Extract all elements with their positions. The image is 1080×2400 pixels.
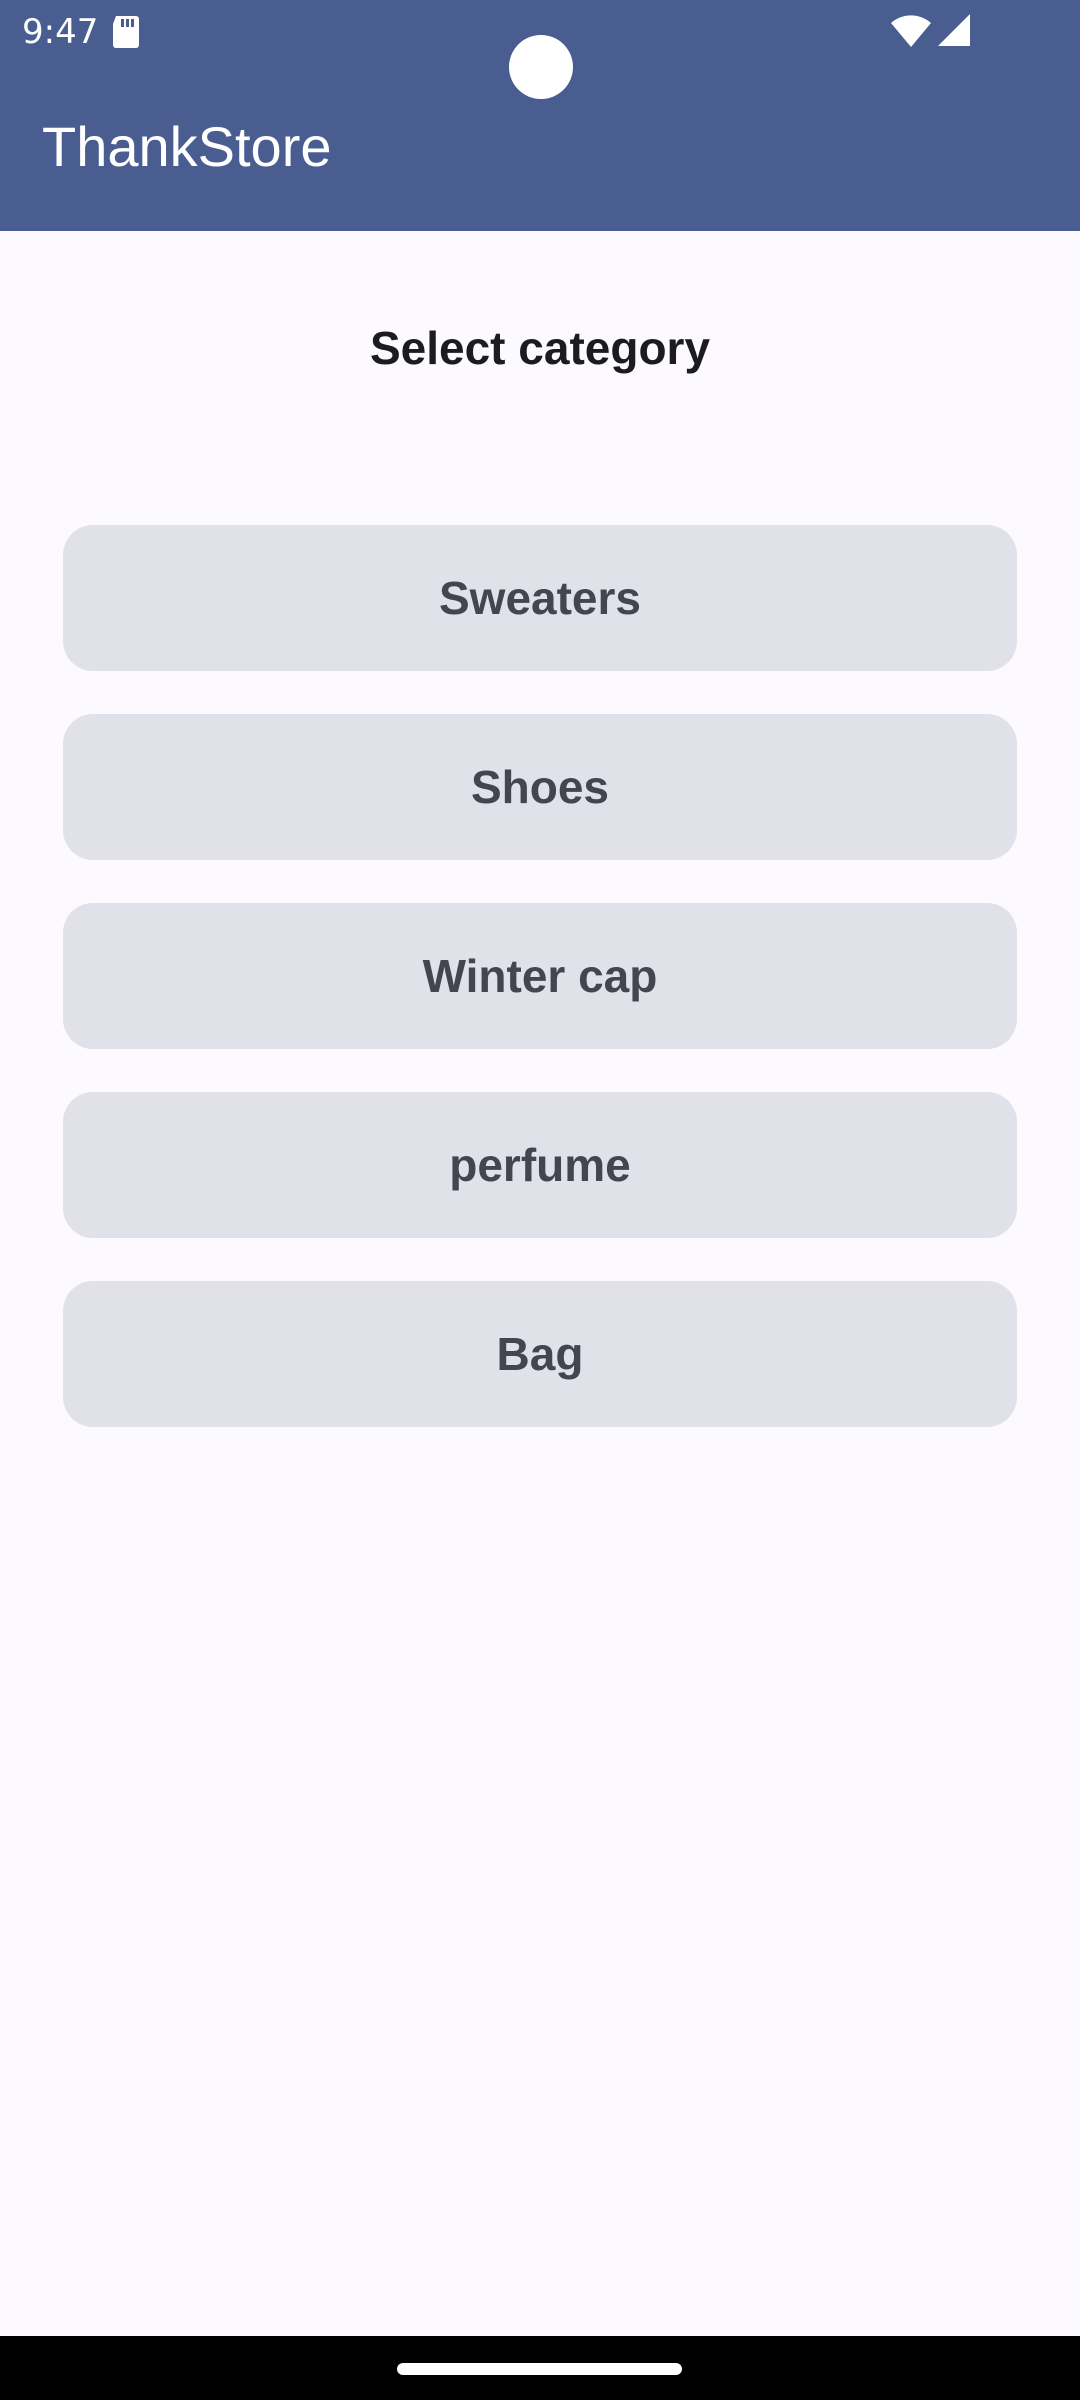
category-button-perfume[interactable]: perfume	[63, 1092, 1017, 1238]
sd-card-icon	[113, 16, 139, 48]
wifi-icon	[891, 15, 931, 48]
cell-signal-icon	[938, 14, 970, 46]
category-list: Sweaters Shoes Winter cap perfume Bag	[63, 525, 1017, 1470]
category-button-sweaters[interactable]: Sweaters	[63, 525, 1017, 671]
category-button-bag[interactable]: Bag	[63, 1281, 1017, 1427]
system-navigation-bar	[0, 2336, 1080, 2400]
screen: 9:47 ThankStore Select category Sweaters…	[0, 0, 1080, 2400]
home-gesture-handle[interactable]	[397, 2363, 682, 2375]
top-app-bar: 9:47 ThankStore	[0, 0, 1080, 231]
category-button-shoes[interactable]: Shoes	[63, 714, 1017, 860]
status-time: 9:47	[22, 12, 99, 52]
page-heading: Select category	[369, 322, 711, 374]
app-title: ThankStore	[42, 115, 332, 178]
camera-cutout	[509, 35, 573, 99]
category-button-winter-cap[interactable]: Winter cap	[63, 903, 1017, 1049]
